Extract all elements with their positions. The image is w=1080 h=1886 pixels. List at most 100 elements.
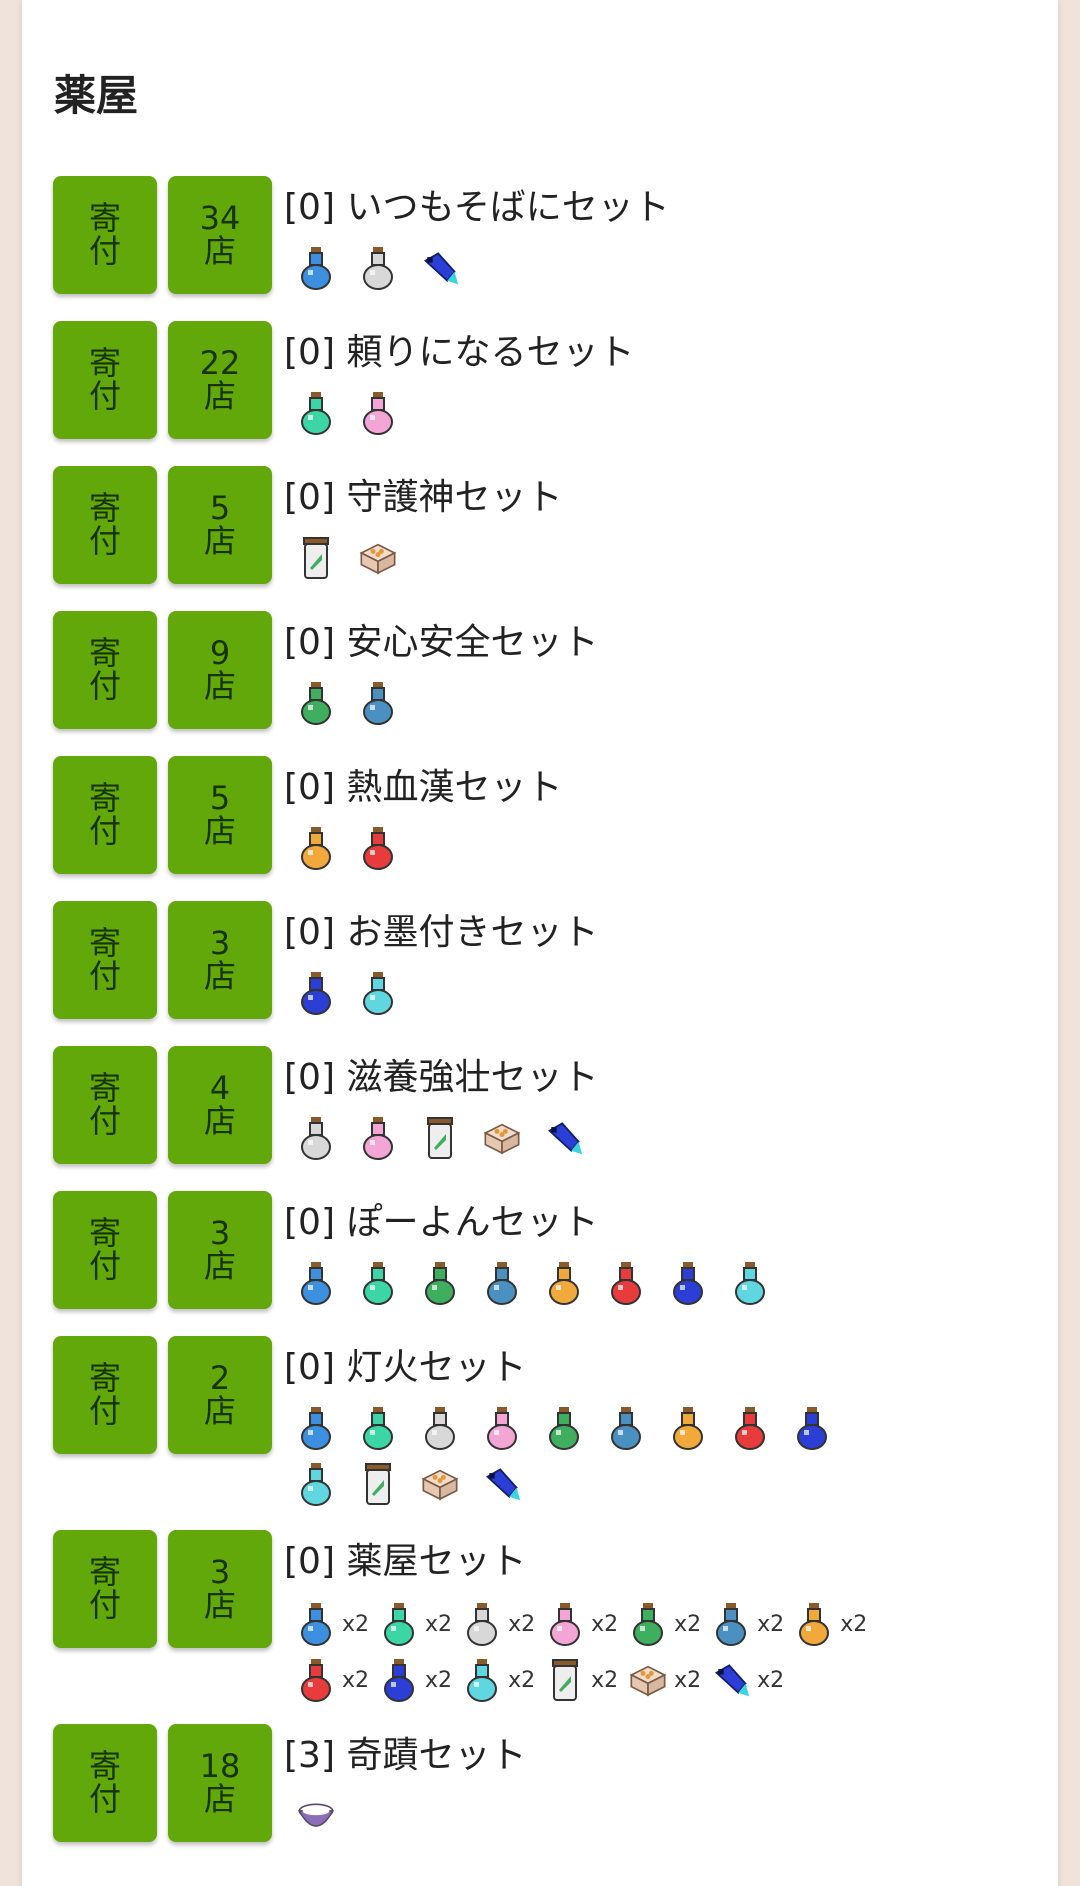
item-slot: [606, 1402, 646, 1454]
potion-pink-icon: [545, 1600, 585, 1648]
bundle-name: [0] 熱血漢セット: [284, 767, 563, 808]
donate-button[interactable]: 寄 付: [53, 756, 157, 874]
item-slot: [420, 1458, 460, 1510]
store-count-button[interactable]: 3 店: [168, 901, 272, 1019]
brush-icon: [711, 1656, 751, 1704]
potion-pink-icon: [482, 1404, 522, 1452]
item-slot: [544, 1257, 584, 1309]
item-quantity: x2: [674, 1611, 702, 1637]
potion-steelblue-icon: [711, 1600, 751, 1648]
store-count-button[interactable]: 5 店: [168, 756, 272, 874]
crate-icon: [482, 1114, 522, 1162]
potion-indigo-icon: [296, 969, 336, 1017]
bundle-name: [0] 安心安全セット: [284, 622, 599, 663]
donate-button[interactable]: 寄 付: [53, 1530, 157, 1648]
item-slot: [358, 1257, 398, 1309]
jar-icon: [545, 1656, 585, 1704]
store-count-button[interactable]: 5 店: [168, 466, 272, 584]
potion-teal-icon: [296, 389, 336, 437]
item-slot: [420, 1257, 460, 1309]
bundle-items: [296, 1257, 896, 1313]
potion-white-icon: [358, 244, 398, 292]
potion-orange-icon: [544, 1259, 584, 1307]
item-quantity: x2: [591, 1611, 619, 1637]
crate-icon: [628, 1656, 668, 1704]
item-slot: x2: [545, 1596, 618, 1652]
item-quantity: x2: [757, 1667, 785, 1693]
item-slot: [482, 1402, 522, 1454]
item-slot: [296, 1257, 336, 1309]
item-slot: [544, 1112, 584, 1164]
item-quantity: x2: [757, 1611, 785, 1637]
item-quantity: x2: [674, 1667, 702, 1693]
potion-cyan-icon: [296, 1460, 336, 1508]
bundle-items: [296, 1112, 896, 1168]
item-slot: x2: [545, 1652, 618, 1708]
jar-icon: [358, 1460, 398, 1508]
potion-red-icon: [296, 1656, 336, 1704]
store-count-button[interactable]: 3 店: [168, 1191, 272, 1309]
item-slot: x2: [379, 1596, 452, 1652]
item-slot: [358, 242, 398, 294]
bundle-name: [0] お墨付きセット: [284, 912, 599, 953]
bundle-items: [296, 822, 896, 878]
store-count-button[interactable]: 34 店: [168, 176, 272, 294]
item-quantity: x2: [342, 1611, 370, 1637]
right-background-strip: [1058, 0, 1080, 1886]
crate-icon: [358, 534, 398, 582]
bundle-items: [296, 242, 896, 298]
potion-white-icon: [296, 1114, 336, 1162]
item-quantity: x2: [840, 1611, 868, 1637]
donate-button[interactable]: 寄 付: [53, 176, 157, 294]
bundle-name: [0] 頼りになるセット: [284, 332, 635, 373]
donate-button[interactable]: 寄 付: [53, 611, 157, 729]
store-count-button[interactable]: 22 店: [168, 321, 272, 439]
donate-button[interactable]: 寄 付: [53, 1724, 157, 1842]
potion-green-icon: [296, 679, 336, 727]
item-slot: x2: [462, 1596, 535, 1652]
potion-blue-icon: [296, 1404, 336, 1452]
item-slot: [544, 1402, 584, 1454]
potion-red-icon: [606, 1259, 646, 1307]
item-slot: [358, 967, 398, 1019]
donate-button[interactable]: 寄 付: [53, 1336, 157, 1454]
item-quantity: x2: [508, 1667, 536, 1693]
store-count-button[interactable]: 9 店: [168, 611, 272, 729]
potion-green-icon: [628, 1600, 668, 1648]
potion-teal-icon: [358, 1404, 398, 1452]
bundle-name: [0] 守護神セット: [284, 477, 563, 518]
potion-steelblue-icon: [606, 1404, 646, 1452]
potion-indigo-icon: [668, 1259, 708, 1307]
donate-button[interactable]: 寄 付: [53, 901, 157, 1019]
potion-green-icon: [544, 1404, 584, 1452]
bundle-name: [0] 薬屋セット: [284, 1541, 527, 1582]
store-count-button[interactable]: 18 店: [168, 1724, 272, 1842]
store-count-button[interactable]: 2 店: [168, 1336, 272, 1454]
store-count-button[interactable]: 4 店: [168, 1046, 272, 1164]
potion-cyan-icon: [462, 1656, 502, 1704]
donate-button[interactable]: 寄 付: [53, 466, 157, 584]
potion-blue-icon: [296, 1600, 336, 1648]
item-slot: [482, 1112, 522, 1164]
bundle-name: [0] いつもそばにセット: [284, 187, 670, 228]
bundle-items: [296, 1402, 896, 1514]
item-slot: [296, 967, 336, 1019]
item-slot: x2: [296, 1652, 369, 1708]
bundle-name: [0] 滋養強壮セット: [284, 1057, 599, 1098]
donate-button[interactable]: 寄 付: [53, 321, 157, 439]
bundle-items: [296, 532, 896, 588]
bundle-items: [296, 677, 896, 733]
bundle-items: x2 x2 x2 x2 x2 x2 x2 x2 x2 x2 x2 x2 x2: [296, 1596, 896, 1708]
left-background-strip: [0, 0, 22, 1886]
item-slot: x2: [628, 1596, 701, 1652]
donate-button[interactable]: 寄 付: [53, 1046, 157, 1164]
item-quantity: x2: [508, 1611, 536, 1637]
potion-cyan-icon: [358, 969, 398, 1017]
item-slot: [730, 1257, 770, 1309]
item-slot: [420, 1112, 460, 1164]
item-slot: [358, 532, 398, 584]
store-count-button[interactable]: 3 店: [168, 1530, 272, 1648]
donate-button[interactable]: 寄 付: [53, 1191, 157, 1309]
crate-icon: [420, 1460, 460, 1508]
item-slot: [358, 1112, 398, 1164]
